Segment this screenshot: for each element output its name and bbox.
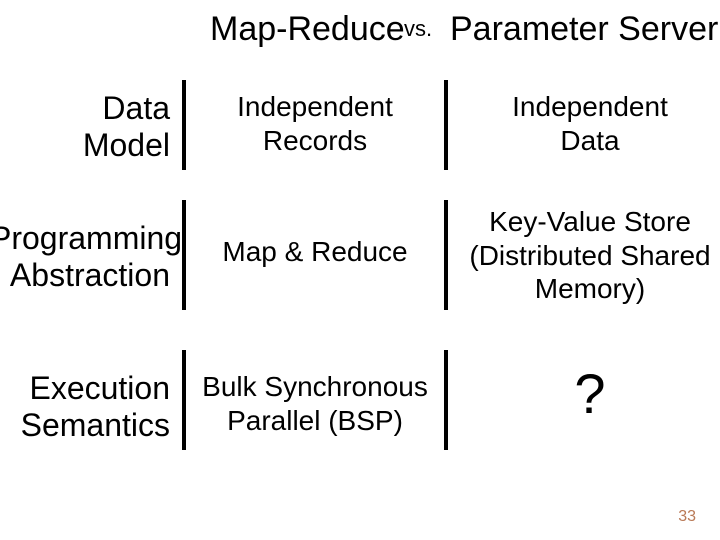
cell-exec-mapreduce: Bulk SynchronousParallel (BSP) (185, 370, 445, 437)
row-label-programming-abstraction: ProgrammingAbstraction (0, 220, 170, 294)
cell-exec-ps: ? (500, 360, 680, 427)
cell-data-model-mapreduce: IndependentRecords (190, 90, 440, 157)
divider (182, 80, 186, 170)
cell-prog-mapreduce: Map & Reduce (190, 235, 440, 269)
cell-data-model-ps: IndependentData (460, 90, 720, 157)
divider (182, 200, 186, 310)
title-left: Map-Reduce (210, 10, 405, 49)
cell-prog-ps: Key-Value Store(Distributed SharedMemory… (445, 205, 720, 306)
slide: { "title": { "left": "Map-Reduce", "vs":… (0, 0, 720, 540)
page-number: 33 (678, 508, 696, 526)
title-vs: vs. (404, 16, 432, 42)
divider (444, 80, 448, 170)
title-row: Map-Reduce vs. Parameter Server (0, 10, 720, 60)
row-label-execution-semantics: ExecutionSemantics (0, 370, 170, 444)
title-right: Parameter Server (450, 10, 718, 49)
row-label-data-model: DataModel (0, 90, 170, 164)
